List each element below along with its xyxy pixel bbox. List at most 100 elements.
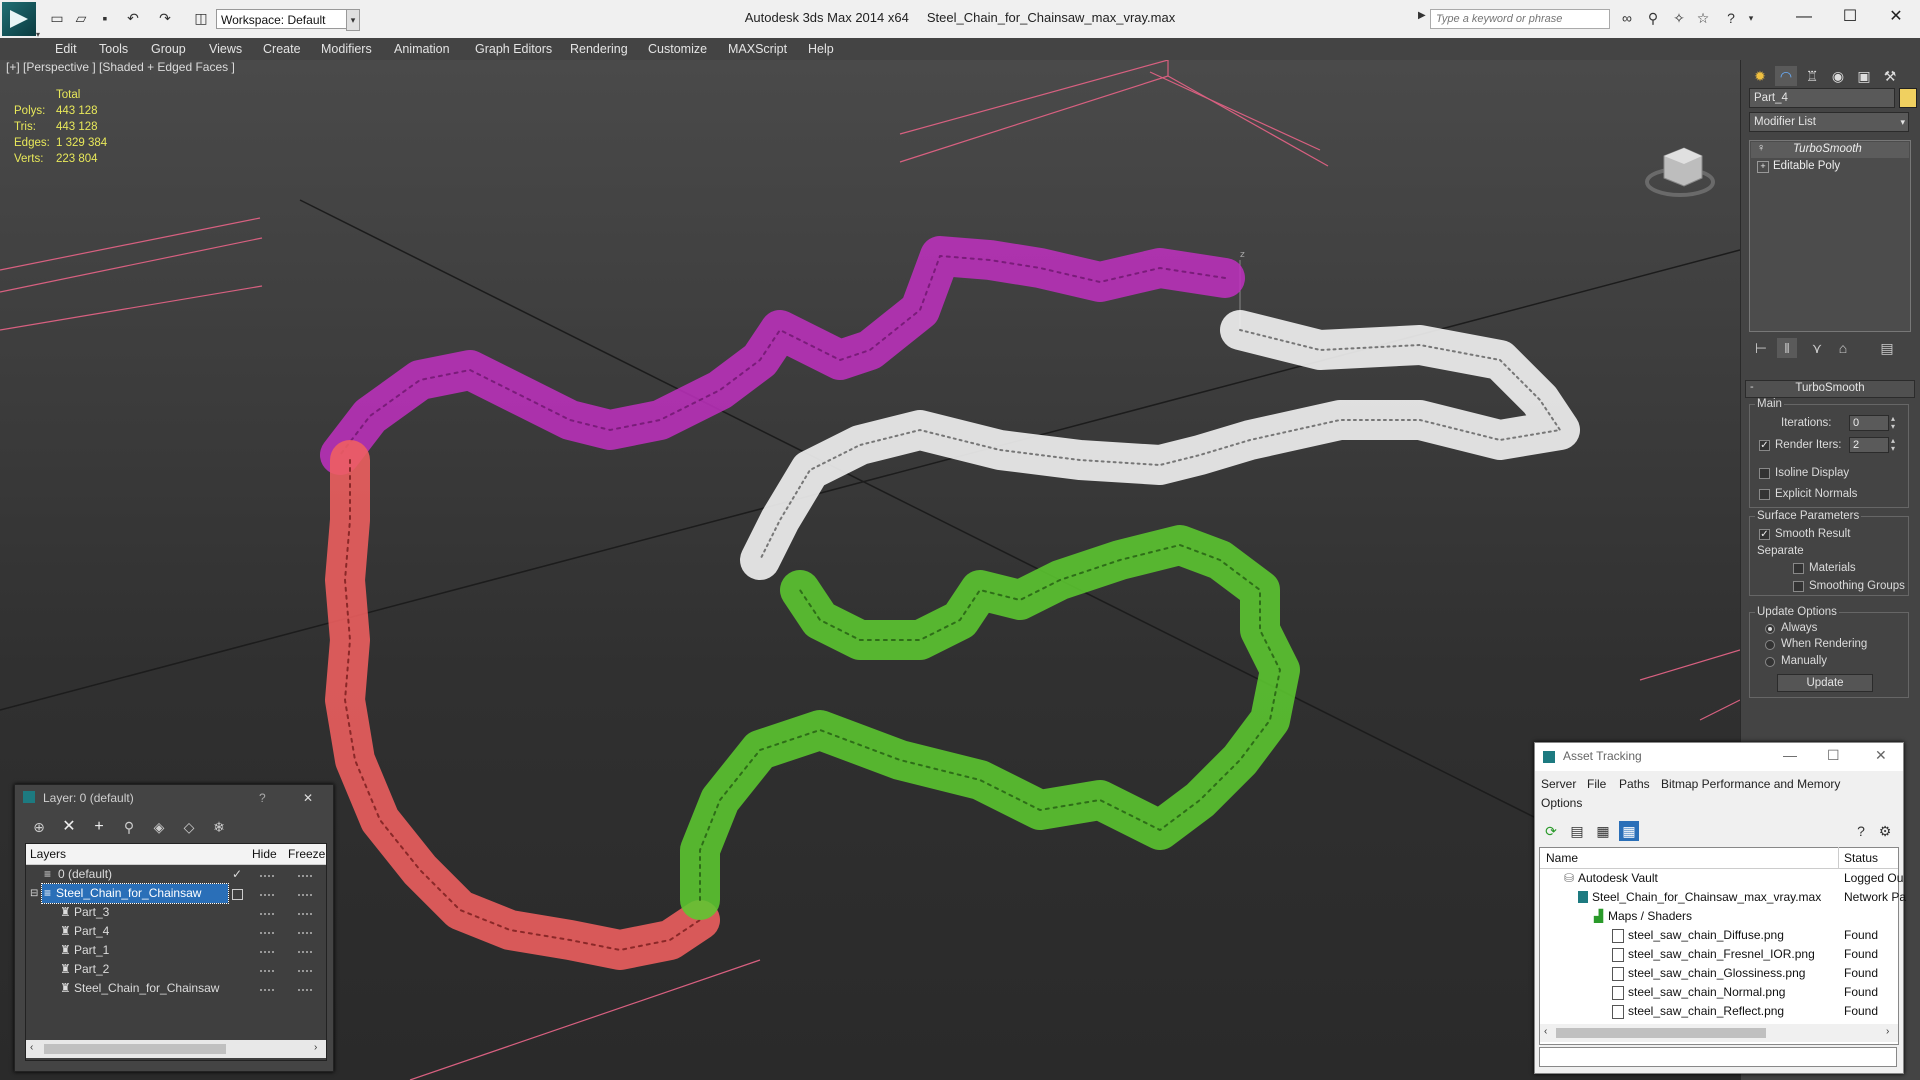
hide-toggle[interactable] <box>260 932 274 934</box>
scroll-thumb[interactable] <box>44 1044 226 1054</box>
help-chevron-icon[interactable]: ▾ <box>1742 10 1760 26</box>
app-logo-icon[interactable] <box>2 2 36 36</box>
create-tab-icon[interactable]: ✹ <box>1749 66 1771 86</box>
layer-row[interactable]: ♜ Steel_Chain_for_Chainsaw <box>26 979 326 998</box>
explicit-normals-checkbox[interactable] <box>1759 489 1770 500</box>
manually-radio[interactable] <box>1765 657 1775 667</box>
viewcube-icon[interactable] <box>1645 147 1715 197</box>
hide-toggle[interactable] <box>260 970 274 972</box>
column-hide[interactable]: Hide <box>252 844 277 864</box>
iterations-spinner-icon[interactable]: ▴ ▾ <box>1891 415 1895 431</box>
configure-sets-icon[interactable]: ▤ <box>1877 338 1897 358</box>
asset-row[interactable]: steel_saw_chain_Normal.png Found <box>1540 983 1898 1002</box>
menu-edit[interactable]: Edit <box>55 42 77 56</box>
minimize-button[interactable]: — <box>1784 4 1824 30</box>
set-active-box-icon[interactable] <box>232 889 243 900</box>
scroll-left-icon[interactable]: ‹ <box>1544 1026 1547 1037</box>
freeze-toggle[interactable] <box>298 989 312 991</box>
help-icon[interactable]: ? <box>1851 821 1871 841</box>
hide-toggle[interactable] <box>260 913 274 915</box>
new-file-icon[interactable]: ▭ <box>48 10 66 26</box>
asset-row[interactable]: ▟ Maps / Shaders <box>1540 907 1898 926</box>
close-button[interactable]: ✕ <box>1875 747 1887 764</box>
hide-toggle[interactable] <box>260 875 274 877</box>
maximize-button[interactable]: ☐ <box>1830 4 1870 30</box>
freeze-toggle[interactable] <box>298 913 312 915</box>
menu-views[interactable]: Views <box>209 42 242 56</box>
motion-tab-icon[interactable]: ◉ <box>1827 66 1849 86</box>
list-view-icon[interactable]: ▤ <box>1567 821 1587 841</box>
always-radio[interactable] <box>1765 624 1775 634</box>
viewport-label[interactable]: [+] [Perspective ] [Shaded + Edged Faces… <box>6 60 235 74</box>
column-freeze[interactable]: Freeze <box>288 844 325 864</box>
asset-menu-bitmap[interactable]: Bitmap Performance and Memory <box>1661 777 1840 791</box>
help-icon[interactable]: ? <box>259 785 266 811</box>
stack-item-editable-poly[interactable]: + Editable Poly <box>1751 159 1909 175</box>
object-color-swatch[interactable] <box>1899 88 1917 108</box>
open-file-icon[interactable]: ▱ <box>72 10 90 26</box>
communication-center-icon[interactable]: ✧ <box>1670 10 1688 26</box>
hierarchy-tab-icon[interactable]: ♖ <box>1801 66 1823 86</box>
menu-rendering[interactable]: Rendering <box>570 42 628 56</box>
asset-menu-file[interactable]: File <box>1587 777 1606 791</box>
layer-row[interactable]: ≡ 0 (default) ✓ <box>26 865 326 884</box>
asset-path-field[interactable] <box>1539 1047 1897 1067</box>
select-objects-icon[interactable]: ⚲ <box>119 817 139 837</box>
delete-layer-icon[interactable]: ✕ <box>59 817 79 837</box>
menu-create[interactable]: Create <box>263 42 301 56</box>
smooth-result-checkbox[interactable]: ✓ <box>1759 529 1770 540</box>
turbosmooth-rollout-header[interactable]: - TurboSmooth <box>1745 380 1915 398</box>
layer-hscrollbar[interactable]: ‹ › <box>26 1040 326 1058</box>
close-icon[interactable]: ✕ <box>303 785 313 811</box>
add-to-layer-icon[interactable]: + <box>89 817 109 837</box>
freeze-toggle[interactable] <box>298 970 312 972</box>
hide-toggle[interactable] <box>260 951 274 953</box>
stack-item-turbosmooth[interactable]: ♀ TurboSmooth <box>1751 142 1909 158</box>
project-folder-icon[interactable]: ◫ <box>192 10 210 26</box>
search-input[interactable] <box>1430 9 1610 29</box>
redo-icon[interactable]: ↷ <box>156 10 174 26</box>
utilities-tab-icon[interactable]: ⚒ <box>1879 66 1901 86</box>
close-button[interactable]: ✕ <box>1876 4 1916 30</box>
render-iters-checkbox[interactable]: ✓ <box>1759 440 1770 451</box>
menu-modifiers[interactable]: Modifiers <box>321 42 372 56</box>
display-tab-icon[interactable]: ▣ <box>1853 66 1875 86</box>
create-layer-icon[interactable]: ⊕ <box>29 817 49 837</box>
hide-all-icon[interactable]: ◇ <box>179 817 199 837</box>
asset-row[interactable]: steel_saw_chain_Reflect.png Found <box>1540 1002 1898 1021</box>
freeze-all-icon[interactable]: ❄ <box>209 817 229 837</box>
freeze-toggle[interactable] <box>298 932 312 934</box>
layer-row[interactable]: ⊟ Steel_Chain_for_Chainsaw ≡ <box>26 883 326 904</box>
asset-row[interactable]: steel_saw_chain_Glossiness.png Found <box>1540 964 1898 983</box>
modifier-list-dropdown[interactable]: Modifier List ▾ <box>1749 112 1909 132</box>
column-name[interactable]: Name <box>1546 848 1578 868</box>
collapse-icon[interactable]: ⊟ <box>30 884 38 903</box>
when-rendering-radio[interactable] <box>1765 640 1775 650</box>
asset-row[interactable]: ⛁ Autodesk Vault Logged Ou <box>1540 869 1903 888</box>
asset-row[interactable]: steel_saw_chain_Diffuse.png Found <box>1540 926 1898 945</box>
render-iters-spinner-icon[interactable]: ▴ ▾ <box>1891 437 1895 453</box>
bulb-icon[interactable]: ♀ <box>1757 142 1765 154</box>
layer-row[interactable]: ♜ Part_3 <box>26 903 326 922</box>
highlight-layer-icon[interactable]: ◈ <box>149 817 169 837</box>
workspace-expand-icon[interactable]: ▾ <box>346 9 360 31</box>
modify-tab-icon[interactable]: ◠ <box>1775 66 1797 86</box>
render-iters-input[interactable]: 2 <box>1849 437 1889 453</box>
asset-menu-paths[interactable]: Paths <box>1619 777 1650 791</box>
update-button[interactable]: Update <box>1777 674 1873 692</box>
layer-row[interactable]: ♜ Part_1 <box>26 941 326 960</box>
layer-panel-titlebar[interactable]: Layer: 0 (default) ? ✕ <box>15 785 333 811</box>
asset-hscrollbar[interactable]: ‹ › <box>1540 1024 1898 1042</box>
column-layers[interactable]: Layers <box>30 844 66 864</box>
asset-row[interactable]: Steel_Chain_for_Chainsaw_max_vray.max Ne… <box>1540 888 1906 907</box>
asset-menu-server[interactable]: Server <box>1541 777 1576 791</box>
freeze-toggle[interactable] <box>298 875 312 877</box>
search-expand-icon[interactable]: ▶ <box>1418 10 1426 21</box>
save-file-icon[interactable]: ▪ <box>96 10 114 26</box>
menu-customize[interactable]: Customize <box>648 42 707 56</box>
freeze-toggle[interactable] <box>298 951 312 953</box>
asset-panel-titlebar[interactable]: Asset Tracking — ☐ ✕ <box>1535 743 1903 771</box>
binoculars-icon[interactable]: ∞ <box>1618 10 1636 26</box>
workspace-dropdown[interactable]: Workspace: Default ▾ <box>216 9 358 29</box>
hide-toggle[interactable] <box>260 989 274 991</box>
